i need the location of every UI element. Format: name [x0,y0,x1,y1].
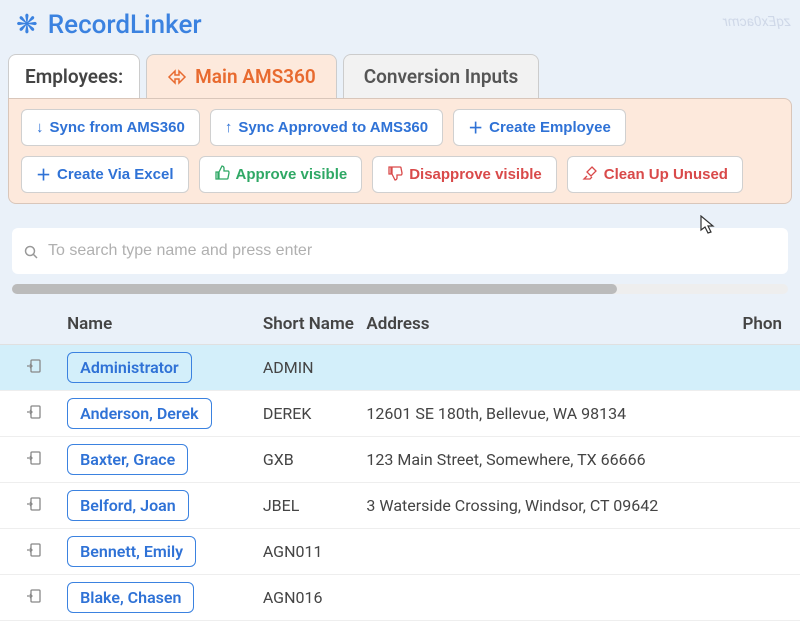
btn-label: Create Via Excel [57,166,173,183]
employee-name-link[interactable]: Baxter, Grace [67,444,188,475]
cell-shortname: ADMIN [263,358,367,377]
col-header-name[interactable]: Name [67,314,263,334]
cell-shortname: JBEL [263,496,367,515]
search-wrap [12,228,788,274]
watermark: zqEx0acmr [723,14,790,30]
tab-main-ams360[interactable]: Main AMS360 [146,54,337,98]
mouse-cursor-icon [700,215,716,240]
tab-label: Main AMS360 [195,65,316,88]
import-icon[interactable] [0,404,67,424]
logo-icon: ❋ [16,10,38,40]
cell-address: 3 Waterside Crossing, Windsor, CT 09642 [366,496,742,515]
import-icon[interactable] [0,496,67,516]
cleanup-unused-button[interactable]: Clean Up Unused [567,156,743,193]
search-icon [24,244,38,263]
employee-name-link[interactable]: Bennett, Emily [67,536,196,567]
approve-visible-button[interactable]: Approve visible [199,156,363,193]
table-header-row: Name Short Name Address Phon [0,306,800,345]
btn-label: Disapprove visible [409,166,542,183]
tabs-label: Employees: [8,54,140,98]
sync-to-button[interactable]: ↑ Sync Approved to AMS360 [210,109,443,146]
create-employee-button[interactable]: ＋ Create Employee [453,109,626,146]
btn-label: Approve visible [236,166,348,183]
tabs-row: Employees: Main AMS360 Conversion Inputs [0,54,800,98]
employee-name-link[interactable]: Belford, Joan [67,490,189,521]
col-header-address[interactable]: Address [366,314,742,334]
app-title: RecordLinker [48,10,202,40]
table-row[interactable]: Blake, Chasen AGN016 [0,575,800,621]
broom-icon [582,165,598,185]
swap-icon [167,69,187,85]
create-via-excel-button[interactable]: ＋ Create Via Excel [21,156,189,193]
cell-shortname: GXB [263,450,367,469]
btn-label: Create Employee [489,119,611,136]
toolbar-panel: ↓ Sync from AMS360 ↑ Sync Approved to AM… [8,98,792,204]
table-row[interactable]: Bennett, Emily AGN011 [0,529,800,575]
search-input[interactable] [12,232,788,270]
btn-label: Clean Up Unused [604,166,728,183]
disapprove-visible-button[interactable]: Disapprove visible [372,156,557,193]
thumbs-up-icon [214,165,230,185]
cell-shortname: AGN011 [263,542,367,561]
btn-label: Sync Approved to AMS360 [238,119,428,136]
employee-name-link[interactable]: Blake, Chasen [67,582,194,613]
tab-label: Conversion Inputs [364,65,519,88]
arrow-down-icon: ↓ [36,119,44,136]
table-row[interactable]: Administrator ADMIN [0,345,800,391]
table-row[interactable]: Anderson, Derek DEREK12601 SE 180th, Bell… [0,391,800,437]
app-header: ❋ RecordLinker [0,0,800,54]
col-header-phone[interactable]: Phon [742,314,800,334]
cell-shortname: DEREK [263,404,367,423]
employees-table: Name Short Name Address Phon Administrat… [0,306,800,621]
thumbs-down-icon [387,165,403,185]
import-icon[interactable] [0,542,67,562]
cell-address: 123 Main Street, Somewhere, TX 66666 [366,450,742,469]
scrollbar-thumb[interactable] [12,284,617,294]
cell-shortname: AGN016 [263,588,367,607]
tab-conversion-inputs[interactable]: Conversion Inputs [343,54,540,98]
import-icon[interactable] [0,450,67,470]
col-header-shortname[interactable]: Short Name [263,314,367,334]
import-icon[interactable] [0,588,67,608]
plus-icon: ＋ [468,117,483,138]
sync-from-button[interactable]: ↓ Sync from AMS360 [21,109,200,146]
employee-name-link[interactable]: Administrator [67,352,192,383]
arrow-up-icon: ↑ [225,119,233,136]
plus-icon: ＋ [36,164,51,185]
btn-label: Sync from AMS360 [50,119,185,136]
import-icon[interactable] [0,358,67,378]
table-row[interactable]: Belford, Joan JBEL3 Waterside Crossing, W… [0,483,800,529]
employee-name-link[interactable]: Anderson, Derek [67,398,211,429]
horizontal-scrollbar[interactable] [12,284,788,294]
cell-address: 12601 SE 180th, Bellevue, WA 98134 [366,404,742,423]
table-row[interactable]: Baxter, Grace GXB123 Main Street, Somewhe… [0,437,800,483]
